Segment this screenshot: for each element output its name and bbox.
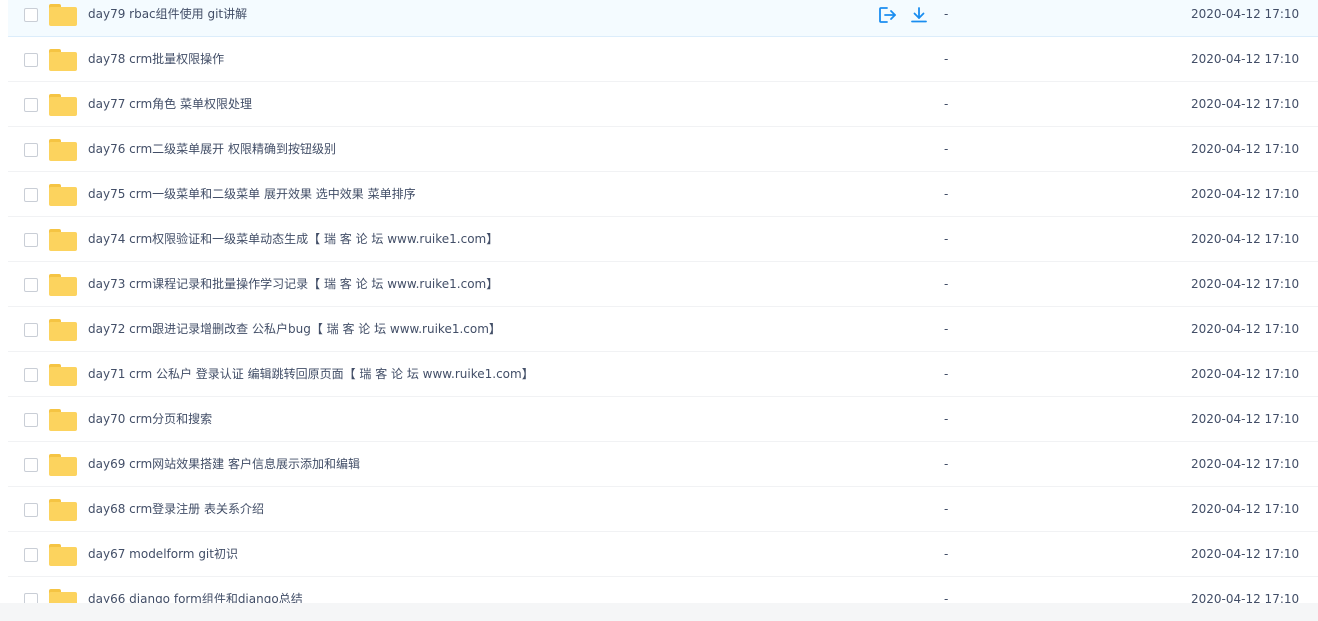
file-size: - bbox=[944, 232, 949, 246]
folder-icon bbox=[49, 139, 77, 161]
file-row[interactable]: day69 crm网站效果搭建 客户信息展示添加和编辑 - 2020-04-12 1… bbox=[8, 442, 1318, 487]
file-row[interactable]: day78 crm批量权限操作 - 2020-04-12 17:10 bbox=[8, 37, 1318, 82]
file-name-link[interactable]: day70 crm分页和搜索 bbox=[88, 411, 212, 427]
file-name-link[interactable]: day67 modelform git初识 bbox=[88, 546, 238, 562]
file-name-link[interactable]: day73 crm课程记录和批量操作学习记录【 瑞 客 论 坛 www.ruik… bbox=[88, 276, 498, 292]
folder-icon bbox=[49, 589, 77, 603]
folder-icon bbox=[49, 544, 77, 566]
file-row[interactable]: day66 django form组件和django总结 - 2020-04-12 … bbox=[8, 577, 1318, 603]
file-size: - bbox=[944, 322, 949, 336]
folder-icon bbox=[49, 94, 77, 116]
row-checkbox[interactable] bbox=[24, 323, 38, 337]
file-name-link[interactable]: day68 crm登录注册 表关系介绍 bbox=[88, 501, 264, 517]
file-size: - bbox=[944, 412, 949, 426]
row-checkbox[interactable] bbox=[24, 53, 38, 67]
file-size: - bbox=[944, 502, 949, 516]
file-row[interactable]: day68 crm登录注册 表关系介绍 - 2020-04-12 17:10 bbox=[8, 487, 1318, 532]
file-name-link[interactable]: day78 crm批量权限操作 bbox=[88, 51, 224, 67]
folder-icon bbox=[49, 319, 77, 341]
modified-date: 2020-04-12 17:10 bbox=[1191, 187, 1300, 201]
file-row[interactable]: day72 crm跟进记录增删改查 公私户bug【 瑞 客 论 坛 www.ru… bbox=[8, 307, 1318, 352]
file-name-link[interactable]: day69 crm网站效果搭建 客户信息展示添加和编辑 bbox=[88, 456, 360, 472]
row-checkbox[interactable] bbox=[24, 368, 38, 382]
file-row[interactable]: day75 crm一级菜单和二级菜单 展开效果 选中效果 菜单排序 - 2020-0… bbox=[8, 172, 1318, 217]
folder-icon bbox=[49, 454, 77, 476]
row-checkbox[interactable] bbox=[24, 8, 38, 22]
file-name-link[interactable]: day75 crm一级菜单和二级菜单 展开效果 选中效果 菜单排序 bbox=[88, 186, 416, 202]
file-name-link[interactable]: day74 crm权限验证和一级菜单动态生成【 瑞 客 论 坛 www.ruik… bbox=[88, 231, 498, 247]
modified-date: 2020-04-12 17:10 bbox=[1191, 97, 1300, 111]
modified-date: 2020-04-12 17:10 bbox=[1191, 367, 1300, 381]
row-checkbox[interactable] bbox=[24, 233, 38, 247]
folder-icon bbox=[49, 364, 77, 386]
row-checkbox[interactable] bbox=[24, 503, 38, 517]
row-checkbox[interactable] bbox=[24, 98, 38, 112]
folder-icon bbox=[49, 274, 77, 296]
file-name-link[interactable]: day76 crm二级菜单展开 权限精确到按钮级别 bbox=[88, 141, 336, 157]
row-checkbox[interactable] bbox=[24, 278, 38, 292]
file-name-link[interactable]: day72 crm跟进记录增删改查 公私户bug【 瑞 客 论 坛 www.ru… bbox=[88, 321, 501, 337]
modified-date: 2020-04-12 17:10 bbox=[1191, 142, 1300, 156]
folder-icon bbox=[49, 499, 77, 521]
folder-icon bbox=[49, 49, 77, 71]
modified-date: 2020-04-12 17:10 bbox=[1191, 322, 1300, 336]
row-checkbox[interactable] bbox=[24, 458, 38, 472]
folder-icon bbox=[49, 229, 77, 251]
file-size: - bbox=[944, 592, 949, 603]
file-row[interactable]: day67 modelform git初识 - 2020-04-12 17:10 bbox=[8, 532, 1318, 577]
bottom-bar bbox=[0, 603, 1318, 621]
file-name-link[interactable]: day79 rbac组件使用 git讲解 bbox=[88, 6, 247, 22]
file-size: - bbox=[944, 97, 949, 111]
file-size: - bbox=[944, 367, 949, 381]
file-size: - bbox=[944, 7, 949, 21]
file-row[interactable]: day77 crm角色 菜单权限处理 - 2020-04-12 17:10 bbox=[8, 82, 1318, 127]
folder-icon bbox=[49, 184, 77, 206]
modified-date: 2020-04-12 17:10 bbox=[1191, 592, 1300, 603]
row-checkbox[interactable] bbox=[24, 593, 38, 603]
row-checkbox[interactable] bbox=[24, 143, 38, 157]
file-name-link[interactable]: day71 crm 公私户 登录认证 编辑跳转回原页面【 瑞 客 论 坛 www… bbox=[88, 366, 534, 382]
file-size: - bbox=[944, 277, 949, 291]
download-icon[interactable] bbox=[909, 5, 929, 25]
file-name-link[interactable]: day66 django form组件和django总结 bbox=[88, 591, 303, 603]
file-list: day79 rbac组件使用 git讲解 -2020-04-12 17:10 day… bbox=[0, 0, 1318, 603]
modified-date: 2020-04-12 17:10 bbox=[1191, 7, 1300, 21]
file-row[interactable]: day74 crm权限验证和一级菜单动态生成【 瑞 客 论 坛 www.ruik… bbox=[8, 217, 1318, 262]
modified-date: 2020-04-12 17:10 bbox=[1191, 457, 1300, 471]
folder-icon bbox=[49, 4, 77, 26]
modified-date: 2020-04-12 17:10 bbox=[1191, 547, 1300, 561]
file-row[interactable]: day70 crm分页和搜索 - 2020-04-12 17:10 bbox=[8, 397, 1318, 442]
file-row[interactable]: day76 crm二级菜单展开 权限精确到按钮级别 - 2020-04-12 17:… bbox=[8, 127, 1318, 172]
file-size: - bbox=[944, 457, 949, 471]
file-row[interactable]: day71 crm 公私户 登录认证 编辑跳转回原页面【 瑞 客 论 坛 www… bbox=[8, 352, 1318, 397]
row-checkbox[interactable] bbox=[24, 548, 38, 562]
folder-icon bbox=[49, 409, 77, 431]
file-name-link[interactable]: day77 crm角色 菜单权限处理 bbox=[88, 96, 252, 112]
file-size: - bbox=[944, 52, 949, 66]
modified-date: 2020-04-12 17:10 bbox=[1191, 232, 1300, 246]
modified-date: 2020-04-12 17:10 bbox=[1191, 277, 1300, 291]
file-size: - bbox=[944, 142, 949, 156]
row-checkbox[interactable] bbox=[24, 413, 38, 427]
modified-date: 2020-04-12 17:10 bbox=[1191, 502, 1300, 516]
row-checkbox[interactable] bbox=[24, 188, 38, 202]
file-row[interactable]: day79 rbac组件使用 git讲解 - 2020-04-12 17:10 bbox=[8, 0, 1318, 37]
file-size: - bbox=[944, 187, 949, 201]
modified-date: 2020-04-12 17:10 bbox=[1191, 52, 1300, 66]
modified-date: 2020-04-12 17:10 bbox=[1191, 412, 1300, 426]
file-size: - bbox=[944, 547, 949, 561]
share-icon[interactable] bbox=[877, 5, 897, 25]
file-row[interactable]: day73 crm课程记录和批量操作学习记录【 瑞 客 论 坛 www.ruik… bbox=[8, 262, 1318, 307]
